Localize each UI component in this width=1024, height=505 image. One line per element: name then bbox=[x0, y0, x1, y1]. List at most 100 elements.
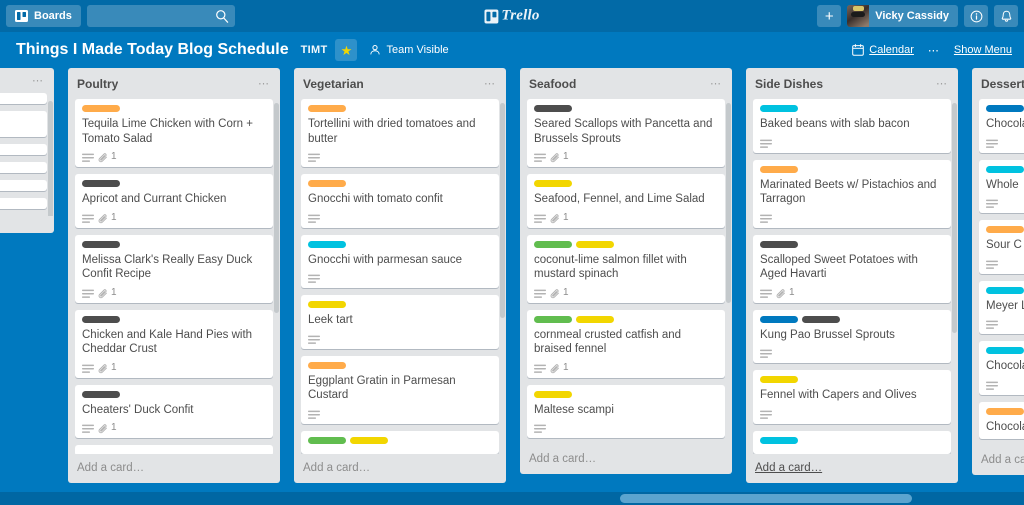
board-card[interactable] bbox=[0, 198, 47, 209]
list-title[interactable]: Seafood bbox=[529, 77, 576, 91]
board-horizontal-scrollbar[interactable] bbox=[0, 492, 1024, 505]
card-label-yellow[interactable] bbox=[350, 437, 388, 444]
list-menu-button[interactable]: ⋯ bbox=[934, 80, 950, 88]
board-card[interactable]: b Ribs) bbox=[0, 111, 47, 137]
list-menu-button[interactable]: ⋯ bbox=[256, 80, 272, 88]
card-label-black[interactable] bbox=[82, 316, 120, 323]
card-label-orange[interactable] bbox=[82, 105, 120, 112]
card-label-sky[interactable] bbox=[986, 166, 1024, 173]
board-card[interactable]: Seared Scallops with Pancetta and Brusse… bbox=[527, 99, 725, 167]
list-title[interactable]: Vegetarian bbox=[303, 77, 364, 91]
list-title[interactable]: Dessert bbox=[981, 77, 1024, 91]
list-menu-button[interactable]: ⋯ bbox=[482, 80, 498, 88]
board-card[interactable]: Tequila Lime Chicken with Corn + Tomato … bbox=[75, 99, 273, 167]
card-label-yellow[interactable] bbox=[534, 180, 572, 187]
board-card[interactable]: Kung Pao Brussel Sprouts bbox=[753, 310, 951, 364]
search-box[interactable] bbox=[87, 5, 235, 27]
board-card[interactable]: Chocolate bbox=[979, 341, 1024, 395]
card-label-green[interactable] bbox=[534, 316, 572, 323]
board-abbreviation[interactable]: TIMT bbox=[301, 44, 328, 56]
board-card[interactable]: Gnocchi with tomato confit bbox=[301, 174, 499, 228]
card-label-yellow[interactable] bbox=[760, 376, 798, 383]
add-card-button[interactable]: Add a card… bbox=[520, 445, 732, 474]
card-label-sky[interactable] bbox=[760, 437, 798, 444]
board-card[interactable]: Chicken and Kale Hand Pies with Cheddar … bbox=[75, 310, 273, 378]
board-card[interactable]: coconut-lime salmon fillet with mustard … bbox=[527, 235, 725, 303]
board-card[interactable]: Meyer Lemon Cracker bbox=[979, 281, 1024, 335]
card-label-yellow[interactable] bbox=[308, 301, 346, 308]
board-card[interactable]: Chocolate bbox=[979, 99, 1024, 153]
card-label-orange[interactable] bbox=[760, 166, 798, 173]
board-card[interactable]: Eggplant Gratin in Parmesan Custard bbox=[301, 356, 499, 424]
scrollbar-thumb[interactable] bbox=[620, 494, 912, 503]
list-title[interactable]: Poultry bbox=[77, 77, 118, 91]
info-button[interactable] bbox=[964, 5, 988, 27]
list-scrollbar[interactable] bbox=[952, 103, 957, 333]
add-card-button[interactable]: Add a card… bbox=[294, 454, 506, 483]
board-card[interactable]: Tortellini with dried tomatoes and butte… bbox=[301, 99, 499, 167]
card-label-orange[interactable] bbox=[308, 362, 346, 369]
notifications-button[interactable] bbox=[994, 5, 1018, 27]
card-label-sky[interactable] bbox=[986, 287, 1024, 294]
list-scrollbar[interactable] bbox=[500, 103, 505, 318]
list-title[interactable]: Side Dishes bbox=[755, 77, 823, 91]
card-label-black[interactable] bbox=[82, 391, 120, 398]
card-label-green[interactable] bbox=[534, 241, 572, 248]
board-visibility[interactable]: Team Visible bbox=[369, 44, 448, 56]
board-card[interactable]: Apricot and Currant Chicken1 bbox=[75, 174, 273, 228]
board-card[interactable]: Maltese scampi bbox=[527, 385, 725, 439]
card-label-green[interactable] bbox=[308, 437, 346, 444]
calendar-button[interactable]: Calendar bbox=[852, 44, 914, 56]
star-board-button[interactable]: ★ bbox=[335, 39, 357, 61]
card-label-orange[interactable] bbox=[308, 180, 346, 187]
board-card[interactable]: Baked beans with slab bacon bbox=[753, 99, 951, 153]
board-card[interactable] bbox=[0, 144, 47, 155]
board-card[interactable] bbox=[0, 162, 47, 173]
card-label-black[interactable] bbox=[82, 241, 120, 248]
board-more-button[interactable]: ⋯ bbox=[928, 44, 940, 57]
list-scrollbar[interactable] bbox=[48, 101, 53, 216]
list-menu-button[interactable]: ⋯ bbox=[708, 80, 724, 88]
board-card[interactable] bbox=[0, 180, 47, 191]
board-card[interactable]: Leek tart bbox=[301, 295, 499, 349]
card-label-sky[interactable] bbox=[760, 105, 798, 112]
board-card[interactable]: Melissa Clark's Really Easy Duck Confit … bbox=[75, 235, 273, 303]
card-label-blue[interactable] bbox=[760, 316, 798, 323]
board-card[interactable]: Cheaters' Duck Confit1 bbox=[75, 385, 273, 439]
board-card[interactable]: Scalloped Sweet Potatoes with Aged Havar… bbox=[753, 235, 951, 303]
card-label-yellow[interactable] bbox=[576, 241, 614, 248]
search-input[interactable] bbox=[87, 5, 235, 27]
card-label-yellow[interactable] bbox=[534, 391, 572, 398]
list-scrollbar[interactable] bbox=[726, 103, 731, 303]
card-label-orange[interactable] bbox=[308, 105, 346, 112]
add-card-button[interactable]: Add a card… bbox=[68, 454, 280, 483]
show-menu-button[interactable]: Show Menu bbox=[954, 44, 1012, 56]
card-label-black[interactable] bbox=[802, 316, 840, 323]
trello-logo[interactable]: Trello bbox=[484, 8, 539, 25]
board-card[interactable] bbox=[75, 445, 273, 454]
add-button[interactable]: + bbox=[817, 5, 841, 27]
board-card[interactable] bbox=[301, 431, 499, 454]
card-label-black[interactable] bbox=[760, 241, 798, 248]
add-card-button[interactable] bbox=[0, 216, 54, 233]
board-card[interactable]: Gnocchi with parmesan sauce bbox=[301, 235, 499, 289]
card-label-orange[interactable] bbox=[986, 226, 1024, 233]
board-card[interactable]: Seafood, Fennel, and Lime Salad1 bbox=[527, 174, 725, 228]
boards-button[interactable]: Boards bbox=[6, 5, 81, 27]
card-label-black[interactable] bbox=[534, 105, 572, 112]
list-scrollbar[interactable] bbox=[274, 103, 279, 313]
board-card[interactable] bbox=[753, 431, 951, 454]
board-card[interactable] bbox=[0, 93, 47, 104]
board-card[interactable]: Fennel with Capers and Olives bbox=[753, 370, 951, 424]
card-label-blue[interactable] bbox=[986, 105, 1024, 112]
card-label-yellow[interactable] bbox=[576, 316, 614, 323]
card-label-orange[interactable] bbox=[986, 408, 1024, 415]
add-card-button[interactable]: Add a card… bbox=[746, 454, 958, 483]
card-label-sky[interactable] bbox=[986, 347, 1024, 354]
user-menu[interactable]: Vicky Cassidy bbox=[847, 5, 958, 27]
board-card[interactable]: Chocolate bbox=[979, 402, 1024, 440]
add-card-button[interactable]: Add a card… bbox=[972, 446, 1024, 475]
board-card[interactable]: Sour C bbox=[979, 220, 1024, 274]
board-card[interactable]: cornmeal crusted catfish and braised fen… bbox=[527, 310, 725, 378]
board-card[interactable]: Whole bbox=[979, 160, 1024, 214]
